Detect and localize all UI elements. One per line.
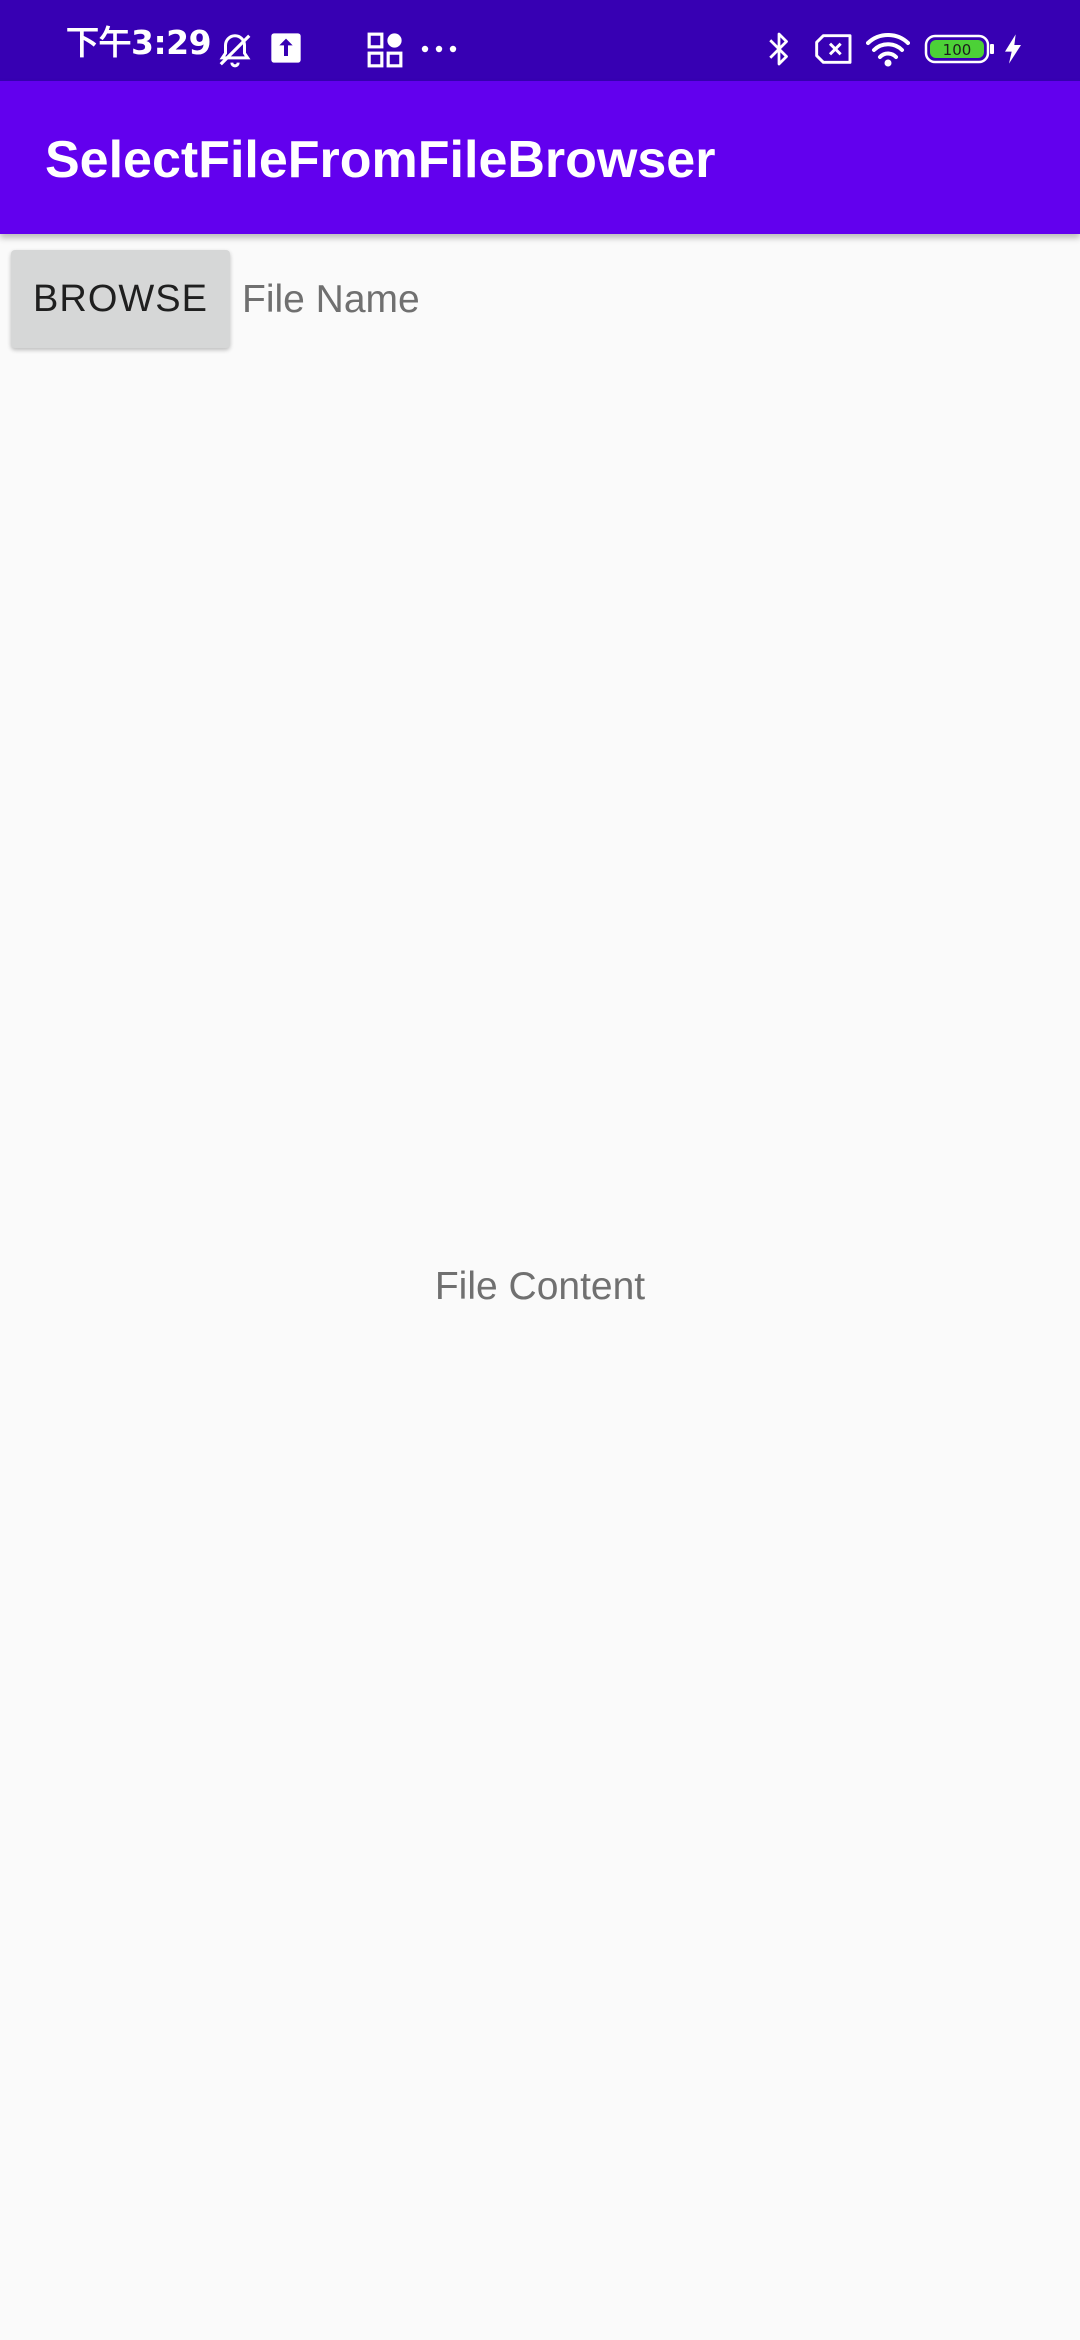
no-sim-icon	[815, 34, 852, 64]
main-content: BROWSE File Name File Content	[0, 234, 1080, 2340]
alarm-off-icon	[219, 34, 251, 68]
browse-button[interactable]: BROWSE	[11, 250, 230, 348]
bluetooth-icon	[769, 32, 788, 66]
apps-icon	[367, 32, 403, 68]
upload-icon	[271, 33, 301, 63]
app-title: SelectFileFromFileBrowser	[45, 131, 716, 189]
battery-level: 100	[943, 41, 972, 59]
app-bar: SelectFileFromFileBrowser	[0, 81, 1080, 234]
status-bar: 下午3:29 100	[0, 0, 1080, 81]
charging-icon	[1005, 34, 1021, 64]
more-icon	[421, 45, 457, 53]
wifi-icon	[866, 33, 910, 67]
status-time: 下午3:29	[66, 23, 212, 62]
file-name-label: File Name	[242, 278, 420, 321]
file-content-text: File Content	[434, 1265, 646, 1308]
battery-icon: 100	[924, 34, 994, 64]
